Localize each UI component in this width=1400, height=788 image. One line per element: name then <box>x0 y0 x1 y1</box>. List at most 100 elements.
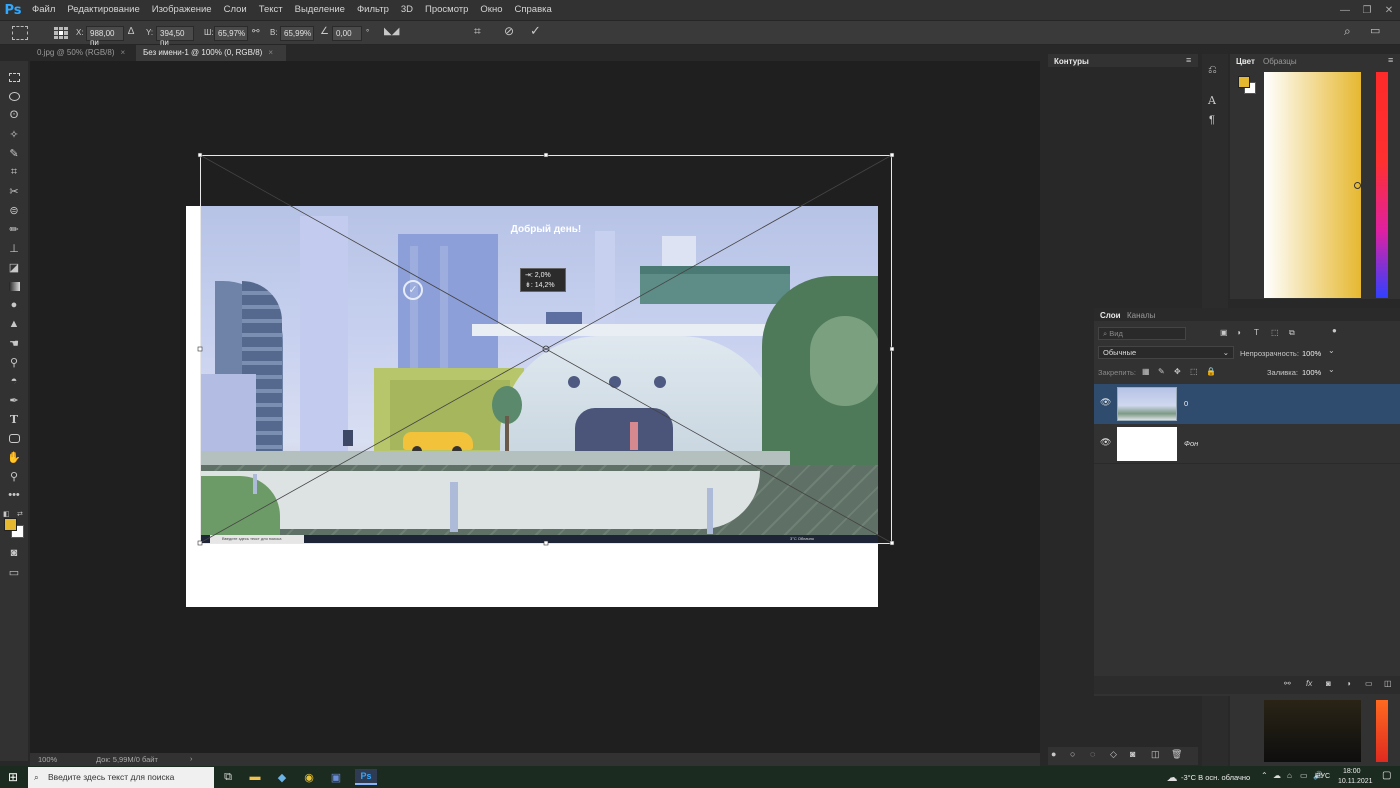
patch-tool-icon[interactable]: ⊜ <box>4 202 24 218</box>
panel-menu-icon[interactable]: ≡ <box>1388 55 1393 65</box>
dodge-tool-icon[interactable]: ⚲ <box>4 354 24 370</box>
foreground-color-swatch[interactable] <box>4 518 17 531</box>
stamp-tool-icon[interactable]: ⊥ <box>4 240 24 256</box>
skew-icon[interactable]: ◣◢ <box>384 26 399 37</box>
color-picker-marker[interactable] <box>1354 182 1361 189</box>
tab-swatches[interactable]: Образцы <box>1263 57 1297 66</box>
layer-row-background[interactable]: 👁 Фон <box>1094 424 1400 464</box>
layer-row-0[interactable]: 👁 0 <box>1094 384 1400 424</box>
paragraph-icon[interactable]: ¶ <box>1209 114 1215 126</box>
notifications-icon[interactable]: ▢ <box>1382 770 1391 781</box>
swap-colors-icon[interactable]: ⇄ <box>17 510 23 518</box>
delta-icon[interactable]: ∆ <box>128 26 134 37</box>
lock-all-icon[interactable]: 🔒 <box>1206 367 1216 376</box>
opacity-value[interactable]: 100% <box>1302 349 1321 358</box>
hand-tool-icon[interactable]: ✋ <box>4 449 24 465</box>
menu-filter[interactable]: Фильтр <box>351 0 395 20</box>
fill-value[interactable]: 100% <box>1302 368 1321 377</box>
menu-layers[interactable]: Слои <box>218 0 253 20</box>
menu-3d[interactable]: 3D <box>395 0 419 20</box>
transform-tool-icon[interactable] <box>12 26 28 40</box>
zoom-tool-icon[interactable]: ⚲ <box>4 468 24 484</box>
rotate-view-icon[interactable]: ◓ <box>4 373 24 389</box>
w-field[interactable]: 65,97% <box>214 26 248 41</box>
lock-image-icon[interactable]: ✎ <box>1158 367 1165 376</box>
network-icon[interactable]: ⌂ <box>1287 771 1292 780</box>
character-icon[interactable]: A <box>1208 94 1216 107</box>
sharpen-tool-icon[interactable]: ▲ <box>4 316 24 332</box>
status-menu-icon[interactable]: › <box>190 754 193 763</box>
link-icon[interactable]: ⚯ <box>252 26 260 37</box>
commit-transform-icon[interactable]: ✓ <box>530 23 541 39</box>
layer-style-icon[interactable]: fx <box>1306 679 1312 688</box>
app-icon[interactable]: ◆ <box>274 769 290 785</box>
brush-tool-icon[interactable]: ✏ <box>4 221 24 237</box>
chevron-down-icon[interactable]: ⌄ <box>1328 346 1335 355</box>
marquee-tool-icon[interactable] <box>4 69 24 85</box>
history-icon[interactable]: ⎌ <box>1208 64 1217 77</box>
smudge-tool-icon[interactable]: ☚ <box>4 335 24 351</box>
magic-wand-icon[interactable]: ✧ <box>4 126 24 142</box>
layer-name[interactable]: 0 <box>1184 399 1188 408</box>
tab-untitled-1[interactable]: Без имени-1 @ 100% (0, RGB/8) × <box>136 45 286 61</box>
fill-path-icon[interactable]: ● <box>1051 749 1056 759</box>
lasso-tool-icon[interactable]: ʘ <box>4 107 24 123</box>
link-layers-icon[interactable]: ⚯ <box>1284 679 1291 688</box>
new-path-icon[interactable]: ◫ <box>1151 749 1160 760</box>
new-layer-icon[interactable]: ◫ <box>1384 679 1392 688</box>
scissors-icon[interactable]: ✂ <box>4 183 24 199</box>
cloud-icon[interactable]: ☁ <box>1273 771 1281 780</box>
tab-channels[interactable]: Каналы <box>1127 311 1155 320</box>
close-button[interactable]: ✕ <box>1378 0 1400 20</box>
hue-slider[interactable] <box>1376 72 1388 298</box>
tray-chevron-icon[interactable]: ⌃ <box>1261 771 1268 780</box>
file-explorer-icon[interactable]: ▬ <box>247 769 263 785</box>
weather-text[interactable]: -3°C В осн. облачно <box>1181 773 1250 782</box>
filter-shape-icon[interactable]: ⬚ <box>1271 328 1279 337</box>
visibility-eye-icon[interactable]: 👁 <box>1100 397 1111 408</box>
ellipse-marquee-icon[interactable] <box>4 88 24 104</box>
shape-tool-icon[interactable] <box>4 430 24 446</box>
layer-kind-filter[interactable]: ⌕ Вид <box>1098 327 1186 340</box>
filter-smart-icon[interactable]: ⧉ <box>1289 328 1295 338</box>
filter-pixel-icon[interactable]: ▣ <box>1220 328 1228 337</box>
new-group-icon[interactable]: ▭ <box>1365 679 1373 688</box>
blend-mode-select[interactable]: Обычные ⌄ <box>1098 346 1234 359</box>
close-tab-icon[interactable]: × <box>120 48 125 57</box>
minimize-button[interactable]: — <box>1334 0 1356 20</box>
type-tool-icon[interactable]: T <box>4 411 24 427</box>
lock-position-icon[interactable]: ✥ <box>1174 367 1181 376</box>
close-tab-icon[interactable]: × <box>268 48 273 57</box>
load-selection-icon[interactable]: ◌ <box>1090 749 1095 759</box>
pen-tool-icon[interactable]: ✒ <box>4 392 24 408</box>
menu-type[interactable]: Текст <box>253 0 289 20</box>
stroke-path-icon[interactable]: ○ <box>1070 749 1075 759</box>
clock-time[interactable]: 18:00 <box>1343 768 1361 775</box>
color-field[interactable] <box>1264 72 1361 298</box>
eyedropper-icon[interactable]: ✎ <box>4 145 24 161</box>
lock-transparent-icon[interactable]: ▦ <box>1142 367 1150 376</box>
tab-color[interactable]: Цвет <box>1236 57 1255 66</box>
windows-start-icon[interactable]: ⊞ <box>8 770 18 784</box>
foreground-color-swatch[interactable] <box>1238 76 1250 88</box>
make-path-icon[interactable]: ◇ <box>1110 749 1117 760</box>
chrome-icon[interactable]: ◉ <box>301 769 317 785</box>
menu-file[interactable]: Файл <box>26 0 61 20</box>
visibility-eye-icon[interactable]: 👁 <box>1100 437 1111 448</box>
default-colors-icon[interactable]: ◧ <box>3 510 10 518</box>
menu-image[interactable]: Изображение <box>146 0 218 20</box>
quick-mask-icon[interactable]: ◙ <box>4 545 24 561</box>
tab-0jpg[interactable]: 0.jpg @ 50% (RGB/8) × <box>30 45 134 61</box>
filter-type-icon[interactable]: T <box>1254 328 1259 337</box>
blur-tool-icon[interactable]: ● <box>4 297 24 313</box>
zoom-level[interactable]: 100% <box>38 755 57 764</box>
menu-select[interactable]: Выделение <box>289 0 351 20</box>
transform-bounding-box[interactable] <box>30 61 1040 753</box>
filter-adjustment-icon[interactable]: ◑ <box>1236 328 1241 337</box>
search-icon[interactable]: ⌕ <box>1344 24 1351 39</box>
add-mask-icon[interactable]: ◙ <box>1130 749 1135 759</box>
x-field[interactable]: 988,00 пи <box>86 26 124 47</box>
crop-tool-icon[interactable]: ⌗ <box>4 164 24 180</box>
angle-field[interactable]: 0,00 <box>332 26 362 41</box>
h-field[interactable]: 65,99% <box>280 26 314 41</box>
